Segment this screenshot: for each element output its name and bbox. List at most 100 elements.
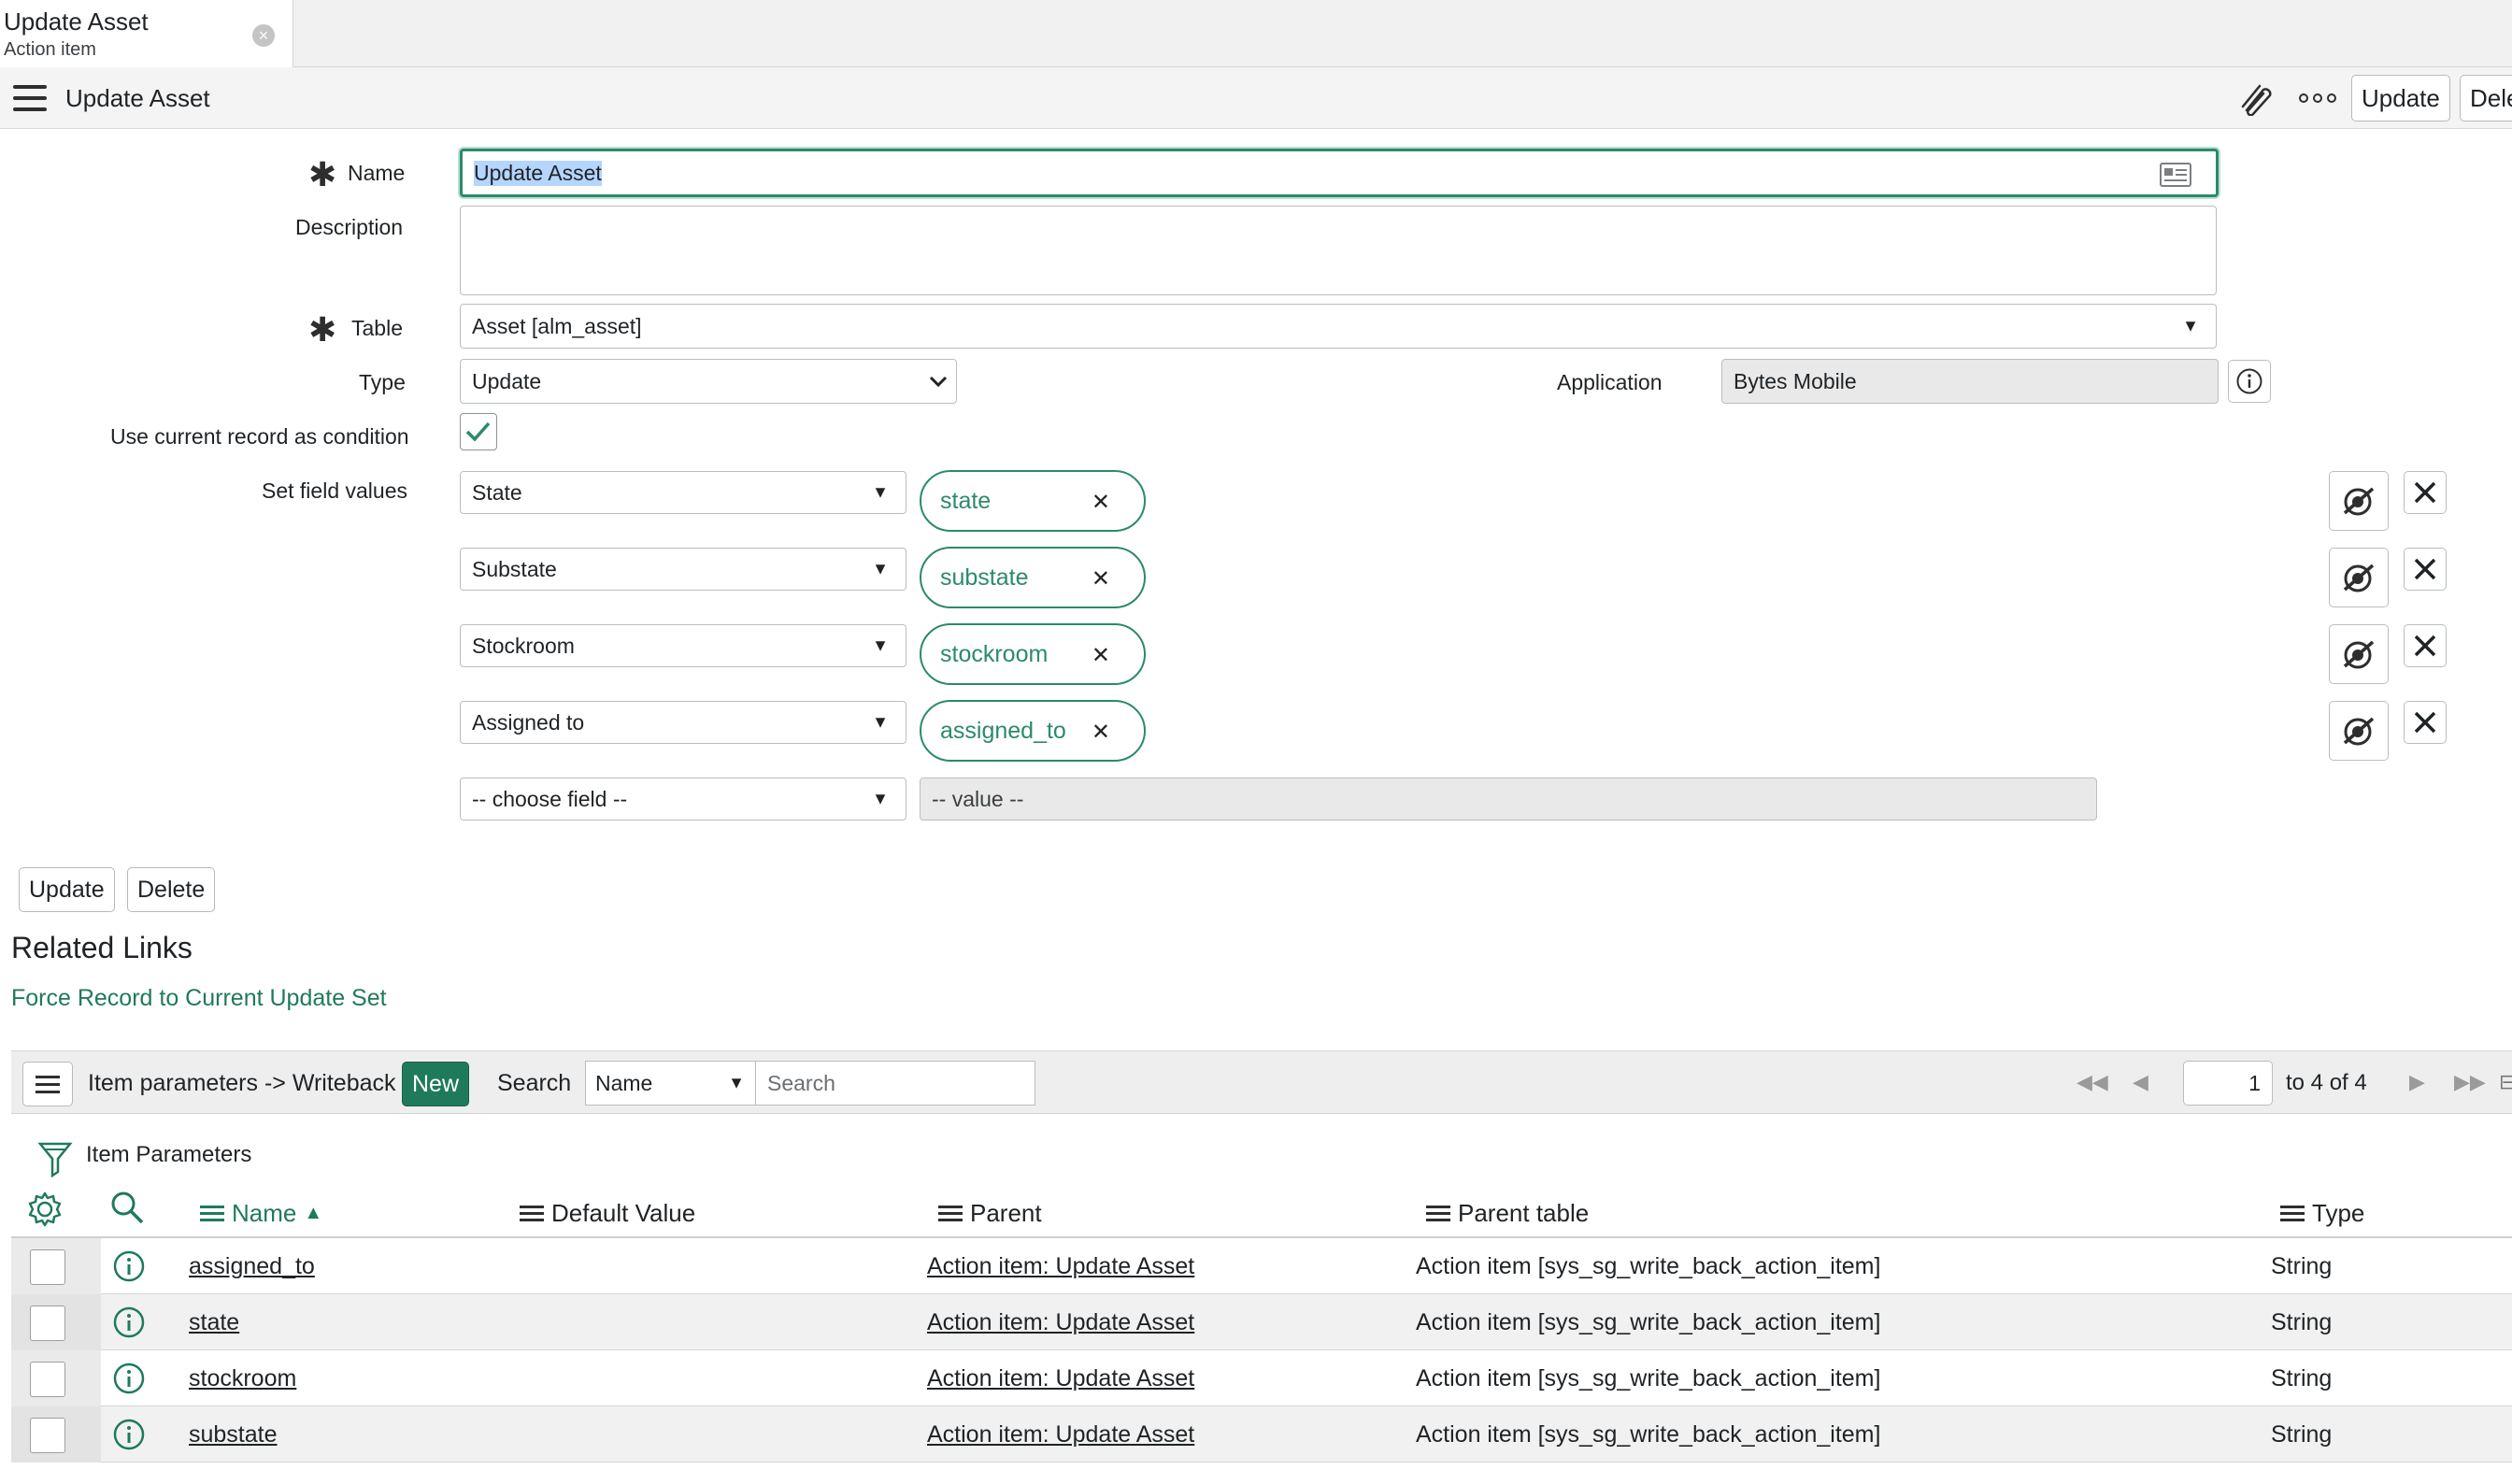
row-parent-link[interactable]: Action item: Update Asset: [927, 1365, 1194, 1392]
dot-walk-icon: [2343, 717, 2375, 746]
field-select-state[interactable]: State ▼: [460, 471, 906, 514]
choose-field-placeholder: -- choose field --: [472, 786, 628, 811]
table-select[interactable]: Asset [alm_asset] ▼: [460, 304, 2217, 349]
remove-pill-icon[interactable]: ✕: [1092, 719, 1110, 746]
remove-row-button[interactable]: [2404, 701, 2447, 744]
row-parent-link[interactable]: Action item: Update Asset: [927, 1253, 1194, 1280]
next-page-icon[interactable]: ▶: [2409, 1070, 2425, 1094]
required-asterisk-icon: ✱: [308, 155, 337, 193]
table-row: assigned_to Action item: Update Asset Ac…: [11, 1238, 2512, 1294]
row-name-link[interactable]: assigned_to: [189, 1253, 315, 1280]
row-checkbox[interactable]: [30, 1249, 65, 1285]
name-field[interactable]: Update Asset: [460, 149, 2219, 197]
list-menu-button[interactable]: [22, 1062, 73, 1106]
column-header-parent[interactable]: Parent: [938, 1192, 1042, 1234]
description-field[interactable]: [460, 206, 2217, 295]
value-pill-state[interactable]: state ✕: [920, 470, 1146, 532]
value-pill-substate[interactable]: substate ✕: [920, 547, 1146, 608]
search-field-value: Name: [595, 1070, 653, 1095]
info-icon[interactable]: [112, 1249, 146, 1283]
first-page-icon[interactable]: ◀◀: [2077, 1070, 2108, 1094]
tab-strip: Update Asset Action item ×: [0, 0, 2512, 67]
update-button[interactable]: Update: [19, 867, 115, 912]
tab-update-asset[interactable]: Update Asset Action item ×: [0, 0, 293, 67]
column-menu-icon[interactable]: [1426, 1202, 1450, 1225]
remove-row-button[interactable]: [2404, 471, 2447, 514]
column-label: Default Value: [551, 1198, 696, 1227]
column-label: Parent: [970, 1198, 1042, 1227]
dot-walk-button[interactable]: [2329, 701, 2389, 761]
remove-row-button[interactable]: [2404, 548, 2447, 591]
header-delete-button[interactable]: Dele: [2460, 75, 2512, 121]
previous-page-icon[interactable]: ◀: [2133, 1070, 2148, 1094]
remove-pill-icon[interactable]: ✕: [1092, 642, 1110, 669]
remove-row-button[interactable]: [2404, 624, 2447, 667]
description-label: Description: [295, 215, 404, 239]
row-checkbox[interactable]: [30, 1306, 65, 1341]
dot-walk-icon: [2343, 487, 2375, 516]
dot-walk-button[interactable]: [2329, 624, 2389, 684]
row-name-link[interactable]: substate: [189, 1421, 278, 1448]
table-row: stockroom Action item: Update Asset Acti…: [11, 1350, 2512, 1406]
row-checkbox[interactable]: [30, 1362, 65, 1397]
column-header-type[interactable]: Type: [2280, 1192, 2364, 1234]
hamburger-menu-icon[interactable]: [13, 85, 47, 111]
filter-breadcrumb[interactable]: Item Parameters: [86, 1142, 251, 1168]
info-icon[interactable]: [112, 1362, 146, 1395]
info-icon[interactable]: [112, 1418, 146, 1451]
page-number-input[interactable]: 1: [2183, 1061, 2273, 1106]
field-select-label: State: [472, 479, 522, 505]
sort-ascending-icon: ▲: [304, 1202, 323, 1223]
column-header-parent-table[interactable]: Parent table: [1426, 1192, 1589, 1234]
application-info-button[interactable]: [2228, 360, 2271, 403]
column-header-default-value[interactable]: Default Value: [520, 1192, 695, 1234]
remove-pill-icon[interactable]: ✕: [1092, 489, 1110, 516]
type-select[interactable]: Update: [460, 359, 957, 404]
gear-icon[interactable]: [26, 1191, 64, 1228]
choose-field-select[interactable]: -- choose field -- ▼: [460, 778, 906, 820]
field-select-substate[interactable]: Substate ▼: [460, 548, 906, 591]
name-value: Update Asset: [474, 160, 602, 186]
value-pill-assigned-to[interactable]: assigned_to ✕: [920, 700, 1146, 762]
collapse-icon[interactable]: ⊟: [2499, 1070, 2512, 1094]
close-icon: [2414, 481, 2436, 504]
dropdown-caret-icon: ▼: [2182, 316, 2199, 335]
search-input[interactable]: Search: [755, 1061, 1035, 1106]
delete-button[interactable]: Delete: [127, 867, 216, 912]
search-icon[interactable]: [108, 1189, 146, 1226]
last-page-icon[interactable]: ▶▶: [2454, 1070, 2486, 1094]
column-menu-icon[interactable]: [938, 1202, 963, 1225]
force-update-set-link[interactable]: Force Record to Current Update Set: [11, 985, 387, 1012]
field-select-stockroom[interactable]: Stockroom ▼: [460, 624, 906, 667]
use-current-record-checkbox[interactable]: [460, 413, 497, 450]
row-type: String: [2271, 1309, 2333, 1335]
row-parent-link[interactable]: Action item: Update Asset: [927, 1309, 1194, 1336]
search-field-select[interactable]: Name ▼: [585, 1061, 757, 1106]
info-icon[interactable]: [112, 1306, 146, 1339]
application-value: Bytes Mobile: [1734, 368, 1857, 393]
more-options-icon[interactable]: [2299, 93, 2336, 107]
value-pill-stockroom[interactable]: stockroom ✕: [920, 623, 1146, 685]
row-name-link[interactable]: stockroom: [189, 1365, 296, 1392]
new-button[interactable]: New: [402, 1062, 470, 1106]
column-menu-icon[interactable]: [200, 1202, 224, 1225]
contact-card-icon[interactable]: [2160, 163, 2191, 187]
remove-pill-icon[interactable]: ✕: [1092, 565, 1110, 592]
column-menu-icon[interactable]: [2280, 1202, 2305, 1225]
header-update-button[interactable]: Update: [2351, 75, 2450, 121]
column-menu-icon[interactable]: [520, 1202, 544, 1225]
pill-label: substate: [940, 564, 1029, 591]
filter-icon[interactable]: [37, 1140, 73, 1177]
dot-walk-button[interactable]: [2329, 548, 2389, 607]
row-parent-link[interactable]: Action item: Update Asset: [927, 1421, 1194, 1448]
row-type: String: [2271, 1365, 2333, 1391]
paperclip-icon[interactable]: [2237, 82, 2275, 116]
row-checkbox[interactable]: [30, 1418, 65, 1453]
field-select-assigned-to[interactable]: Assigned to ▼: [460, 701, 906, 744]
tab-close-icon[interactable]: ×: [252, 24, 275, 47]
dot-walk-button[interactable]: [2329, 471, 2389, 531]
row-name-link[interactable]: state: [189, 1309, 239, 1336]
column-header-name[interactable]: Name ▲: [200, 1192, 322, 1234]
row-parent-table: Action item [sys_sg_write_back_action_it…: [1416, 1365, 1881, 1391]
related-list-header: Item parameters -> Writeback New Search …: [11, 1050, 2512, 1114]
